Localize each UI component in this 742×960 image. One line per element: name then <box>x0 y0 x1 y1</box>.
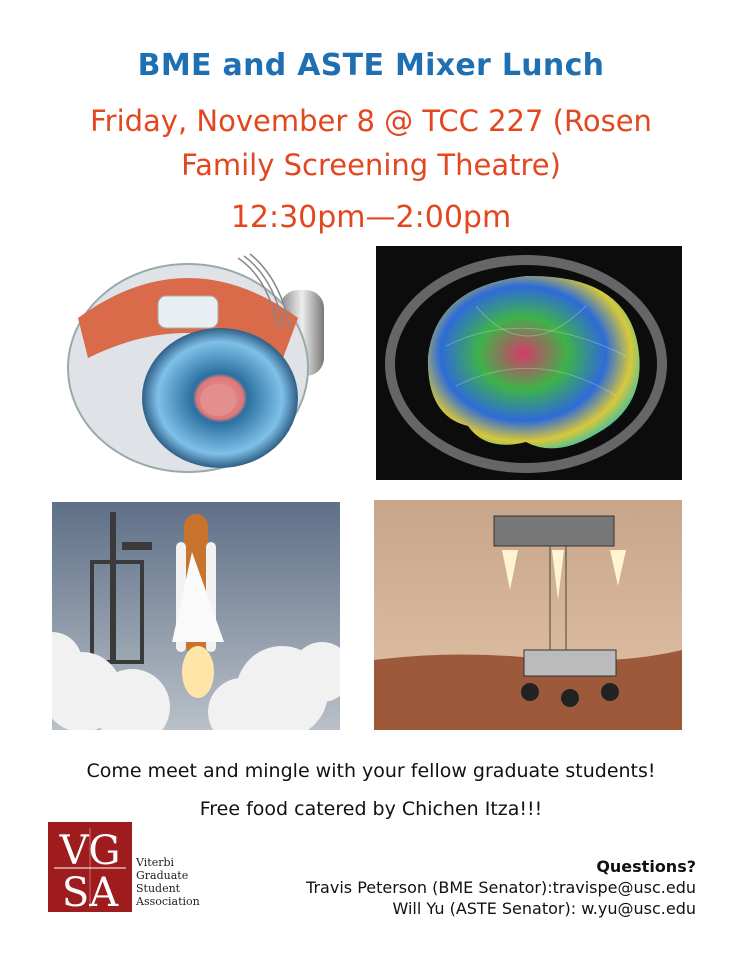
eye-implant-image <box>58 248 340 476</box>
event-time: 12:30pm—2:00pm <box>230 200 512 235</box>
svg-text:SA: SA <box>62 870 119 912</box>
invite-text: Come meet and mingle with your fellow gr… <box>86 760 656 782</box>
vgsa-logo: VG SA Viterbi Graduate Student Associati… <box>48 822 200 914</box>
brain-tractography-image <box>376 246 682 480</box>
event-location-line-2: Family Screening Theatre) <box>181 148 561 182</box>
mars-rover-image <box>374 500 682 730</box>
food-text: Free food catered by Chichen Itza!!! <box>199 798 543 820</box>
questions-heading: Questions? <box>596 857 696 876</box>
shuttle-launch-image <box>52 502 340 730</box>
vgsa-logo-text: Viterbi Graduate Student Association <box>136 856 200 908</box>
event-title: BME and ASTE Mixer Lunch <box>137 48 605 83</box>
contact-block: Questions? Travis Peterson (BME Senator)… <box>306 856 696 919</box>
vgsa-logo-mark: VG SA <box>48 822 132 912</box>
contact-line-bme: Travis Peterson (BME Senator):travispe@u… <box>306 878 696 897</box>
event-location-line-1: Friday, November 8 @ TCC 227 (Rosen <box>90 104 652 138</box>
contact-line-aste: Will Yu (ASTE Senator): w.yu@usc.edu <box>392 899 696 918</box>
